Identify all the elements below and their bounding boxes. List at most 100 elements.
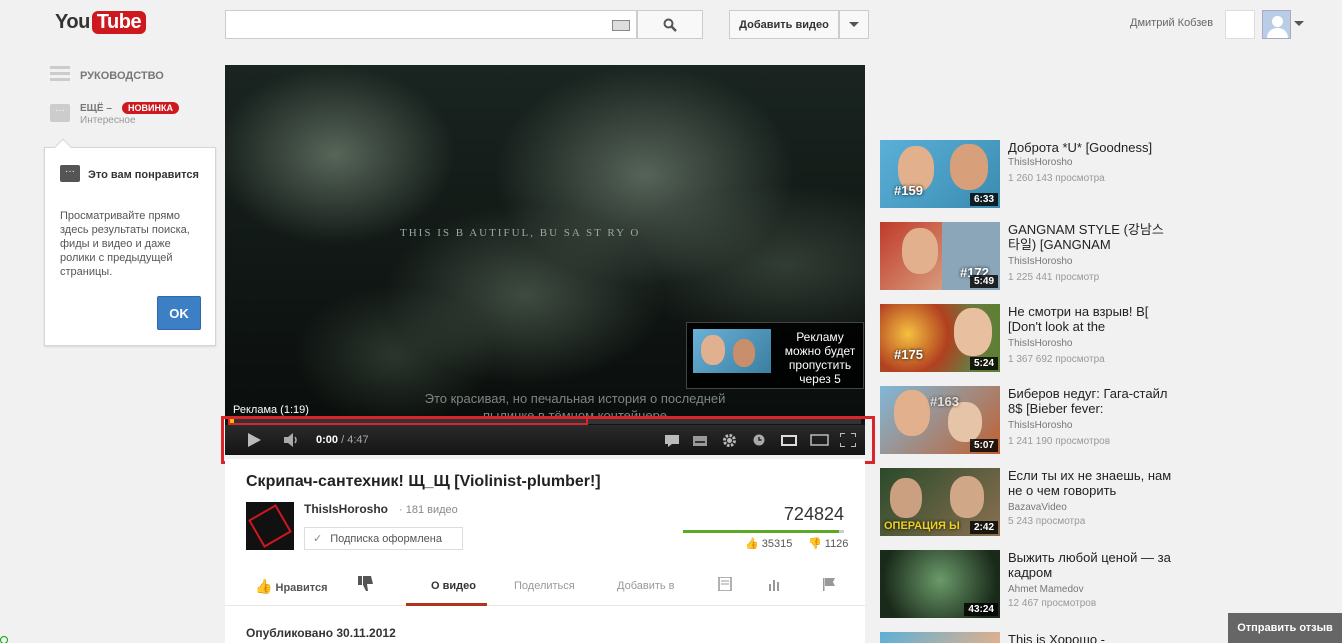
account-menu-chevron-icon[interactable] (1294, 21, 1304, 26)
video-duration: 43:24 (964, 603, 998, 616)
related-title[interactable]: Не смотри на взрыв! В[ [Don't look at th… (1008, 304, 1173, 334)
related-thumbnail[interactable]: #163 5:07 (880, 386, 1000, 454)
related-video-item[interactable]: This is Хорошо - (880, 632, 1180, 643)
episode-number: #159 (894, 183, 923, 198)
likes-value: 35315 (761, 538, 793, 550)
video-title: Скрипач-сантехник! Щ_Щ [Violinist-plumbe… (246, 473, 601, 490)
video-duration: 5:24 (969, 357, 998, 370)
add-video-dropdown[interactable] (839, 10, 869, 39)
search-button[interactable] (637, 10, 703, 39)
related-title[interactable]: Доброта *U* [Goodness] (1008, 140, 1173, 155)
dislikes-value: 1126 (824, 538, 849, 550)
channel-video-count[interactable]: · 181 видео (399, 504, 458, 516)
like-ratio-bar (683, 530, 844, 533)
related-thumbnail[interactable]: #172 5:49 (880, 222, 1000, 290)
send-feedback-button[interactable]: Отправить отзыв (1228, 613, 1342, 643)
chevron-down-icon (849, 22, 859, 27)
popup-text: Просматривайте прямо здесь результаты по… (60, 210, 190, 278)
related-video-item[interactable]: #159 6:33 Доброта *U* [Goodness] ThisIsH… (880, 140, 1180, 208)
search-icon (663, 18, 677, 32)
tab-share[interactable]: Поделиться (514, 580, 575, 592)
related-views: 1 260 143 просмотра (1008, 173, 1105, 184)
related-thumbnail[interactable]: #175 5:24 (880, 304, 1000, 372)
youtube-logo[interactable]: You Tube (55, 11, 147, 34)
avatar[interactable] (1262, 10, 1291, 39)
thumbnail-caption: ОПЕРАЦИЯ Ы (884, 520, 960, 532)
related-thumbnail[interactable]: ОПЕРАЦИЯ Ы 2:42 (880, 468, 1000, 536)
checkmark-icon: ✓ (313, 533, 323, 545)
more-sublabel[interactable]: Интересное (80, 115, 136, 126)
username[interactable]: Дмитрий Кобзев (1130, 17, 1213, 29)
guide-label[interactable]: РУКОВОДСТВО (80, 70, 164, 82)
channel-logo-stamp (248, 504, 292, 548)
episode-number: #163 (930, 394, 959, 409)
thumbs-up-icon: 👍 (255, 578, 273, 594)
video-duration: 2:42 (969, 521, 998, 534)
progress-highlight-box (228, 418, 588, 425)
thumbs-up-icon: 👍 (745, 538, 759, 550)
related-author: ThisIsHorosho (1008, 420, 1073, 431)
published-date: Опубликовано 30.11.2012 (246, 626, 396, 640)
masthead: You Tube Добавить видео Дмитрий Кобзев (0, 0, 1342, 50)
action-tabs: 👍 Нравится О видео Поделиться Добавить в (225, 564, 865, 606)
subscribed-label: Подписка оформлена (330, 532, 442, 545)
related-title[interactable]: Выжить любой ценой — за кадром (1008, 550, 1173, 580)
statistics-icon[interactable] (768, 577, 782, 591)
status-indicator (0, 636, 8, 643)
channel-avatar[interactable] (246, 502, 294, 550)
subscribed-button[interactable]: ✓ Подписка оформлена (304, 527, 463, 550)
likes-count: 👍 35315 (745, 537, 792, 550)
video-overlay-text: THIS IS B AUTIFUL, BU SA ST RY O (400, 227, 641, 239)
add-video-button[interactable]: Добавить видео (729, 10, 839, 39)
related-video-item[interactable]: ОПЕРАЦИЯ Ы 2:42 Если ты их не знаешь, на… (880, 468, 1180, 536)
related-views: 1 225 441 просмотр (1008, 272, 1100, 283)
search-input[interactable] (225, 10, 637, 39)
transcript-icon[interactable] (718, 577, 732, 591)
ok-button[interactable]: OK (157, 296, 201, 330)
like-button[interactable]: 👍 Нравится (255, 578, 328, 595)
notifications-button[interactable] (1225, 10, 1255, 39)
video-duration: 5:49 (969, 275, 998, 288)
related-thumbnail[interactable]: 43:24 (880, 550, 1000, 618)
related-title[interactable]: Если ты их не знаешь, нам не о чем говор… (1008, 468, 1173, 498)
related-video-item[interactable]: 43:24 Выжить любой ценой — за кадром Ahm… (880, 550, 1180, 618)
tab-about[interactable]: О видео (431, 580, 476, 592)
related-title[interactable]: GANGNAM STYLE (강남스타일) [GANGNAM (1008, 222, 1173, 252)
related-thumbnail[interactable]: #159 6:33 (880, 140, 1000, 208)
dislike-button[interactable] (358, 576, 373, 592)
ad-skip-box[interactable]: Рекламу можно будет пропустить через 5 (686, 322, 864, 389)
more-icon[interactable]: ··· (50, 104, 70, 122)
video-duration: 5:07 (969, 439, 998, 452)
flag-icon[interactable] (822, 577, 836, 591)
related-author: Ahmet Mamedov (1008, 584, 1084, 595)
like-label: Нравится (275, 582, 328, 594)
thumbs-down-icon: 👎 (808, 538, 822, 550)
related-title[interactable]: Биберов недуг: Гага-стайл 8$ [Bieber fev… (1008, 386, 1173, 416)
related-views: 5 243 просмотра (1008, 516, 1086, 527)
view-count: 724824 (783, 504, 844, 524)
related-video-item[interactable]: #175 5:24 Не смотри на взрыв! В[ [Don't … (880, 304, 1180, 372)
ad-skip-text: Рекламу можно будет пропустить через 5 (784, 330, 856, 386)
related-title[interactable]: This is Хорошо - (1008, 632, 1173, 643)
subtitle-line: Это красивая, но печальная история о пос… (424, 391, 726, 406)
related-author: ThisIsHorosho (1008, 157, 1073, 168)
popup-title: Это вам понравится (88, 169, 199, 181)
related-views: 12 467 просмотров (1008, 598, 1097, 609)
more-icon: ··· (60, 165, 80, 182)
watch-info-panel: Скрипач-сантехник! Щ_Щ [Violinist-plumbe… (225, 459, 865, 643)
related-views: 1 367 692 просмотра (1008, 354, 1105, 365)
related-thumbnail[interactable] (880, 632, 1000, 643)
channel-name[interactable]: ThisIsHorosho (304, 502, 388, 516)
related-video-item[interactable]: #163 5:07 Биберов недуг: Гага-стайл 8$ [… (880, 386, 1180, 454)
logo-tube-text: Tube (91, 11, 147, 34)
guide-menu-icon[interactable] (50, 66, 70, 84)
episode-number: #175 (894, 347, 923, 362)
dislikes-count: 👎 1126 (808, 537, 848, 550)
related-video-item[interactable]: #172 5:49 GANGNAM STYLE (강남스타일) [GANGNAM… (880, 222, 1180, 290)
video-player[interactable]: THIS IS B AUTIFUL, BU SA ST RY O Это кра… (225, 65, 865, 455)
related-author: ThisIsHorosho (1008, 256, 1073, 267)
keyboard-icon[interactable] (612, 20, 630, 31)
related-views: 1 241 190 просмотров (1008, 436, 1111, 447)
more-label[interactable]: ЕЩЁ – (80, 103, 112, 114)
tab-add-to[interactable]: Добавить в (617, 580, 675, 592)
